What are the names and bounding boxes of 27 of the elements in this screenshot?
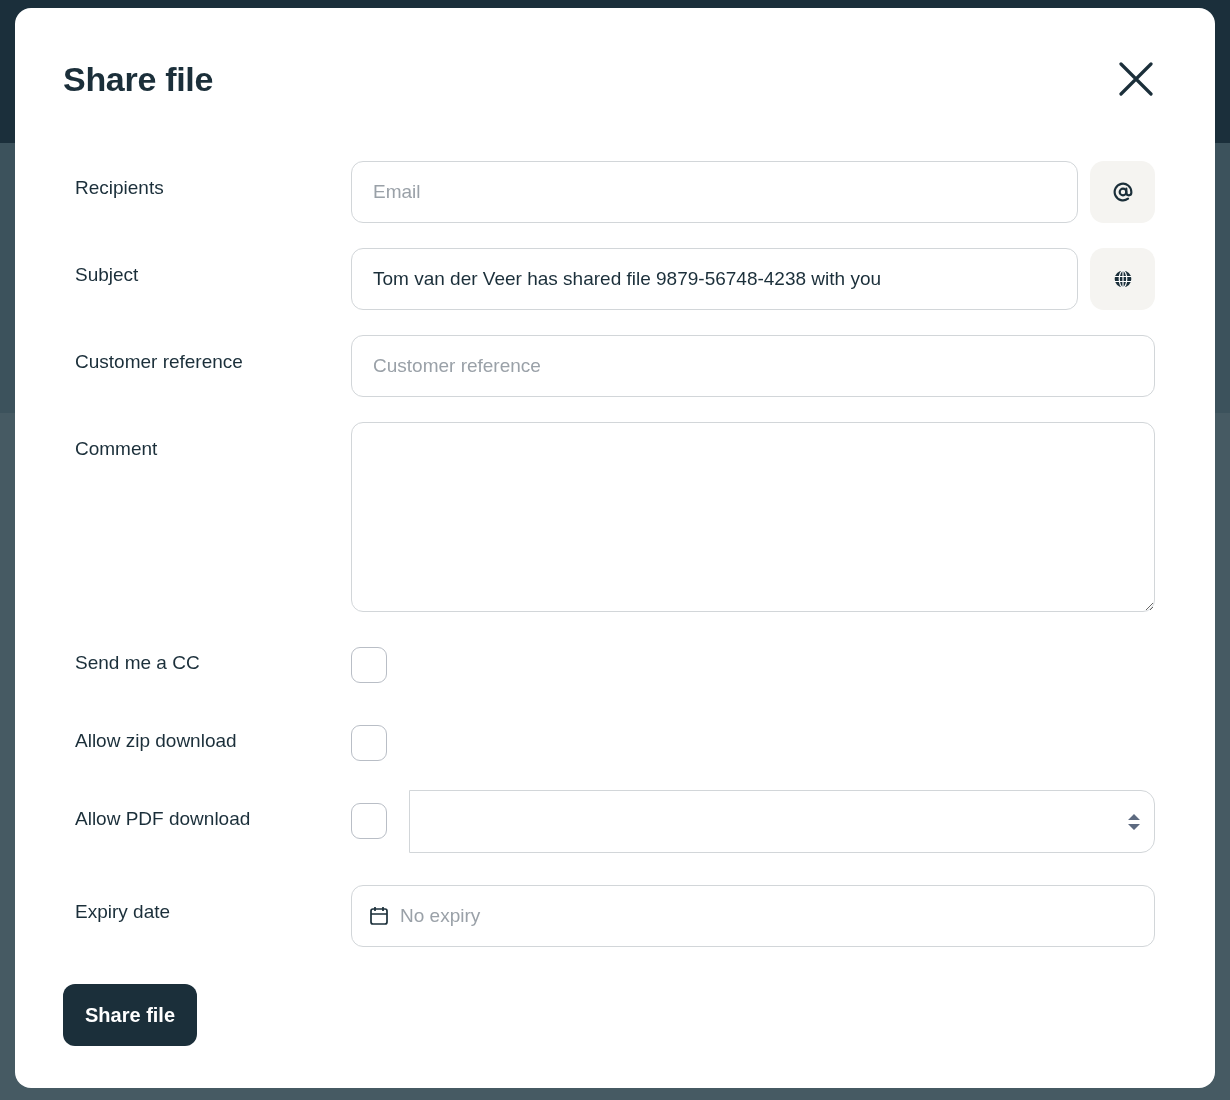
- calendar-icon: [370, 906, 388, 925]
- close-icon: [1119, 62, 1153, 96]
- share-file-button[interactable]: Share file: [63, 984, 198, 1046]
- dialog-title: Share file: [63, 59, 214, 99]
- checkbox[interactable]: [351, 803, 387, 839]
- field-label: Send me a CC: [75, 651, 200, 675]
- field-label: Allow zip download: [75, 729, 237, 753]
- date-field[interactable]: No expiry: [351, 885, 1155, 947]
- globe-button[interactable]: [1090, 248, 1155, 310]
- at-button[interactable]: [1090, 161, 1155, 223]
- text-field[interactable]: Email: [351, 161, 1078, 223]
- sort-arrows-icon: [1128, 813, 1140, 830]
- select-field[interactable]: [409, 790, 1155, 853]
- field-label: Comment: [75, 437, 158, 461]
- field-label: Subject: [75, 263, 139, 287]
- field-label: Expiry date: [75, 900, 171, 924]
- close-button[interactable]: [1117, 60, 1155, 98]
- checkbox[interactable]: [351, 647, 387, 683]
- field-label: Customer reference: [75, 350, 243, 374]
- globe-icon: [1112, 269, 1133, 289]
- checkbox[interactable]: [351, 725, 387, 761]
- field-label: Allow PDF download: [75, 807, 251, 831]
- at-icon: [1112, 182, 1133, 202]
- field-label: Recipients: [75, 176, 164, 200]
- comment-field[interactable]: [351, 422, 1155, 612]
- subject-field[interactable]: Tom van der Veer has shared file 9879-56748-4238 with you: [351, 248, 1078, 310]
- text-field[interactable]: Customer reference: [351, 335, 1155, 397]
